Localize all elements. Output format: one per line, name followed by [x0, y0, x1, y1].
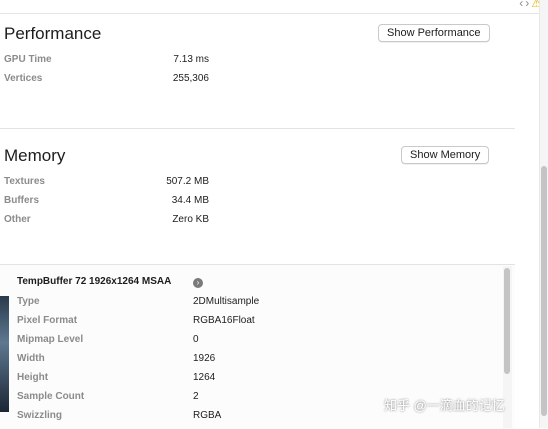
toolbar-divider — [0, 13, 548, 14]
textures-label: Textures — [4, 176, 45, 187]
type-label: Type — [17, 296, 40, 307]
performance-title: Performance — [4, 24, 102, 43]
watermark: 知乎 @一滴血的记忆 — [384, 398, 505, 413]
main-scrollbar-thumb[interactable] — [541, 166, 547, 416]
sample-count-label: Sample Count — [17, 391, 85, 402]
main-scrollbar[interactable] — [539, 0, 548, 428]
width-label: Width — [17, 353, 45, 364]
height-value: 1264 — [193, 372, 216, 383]
texture-thumbnail[interactable] — [0, 296, 9, 412]
gpu-time-value: 7.13 ms — [173, 54, 209, 65]
mipmap-level-value: 0 — [193, 334, 199, 345]
pixel-format-value: RGBA16Float — [193, 315, 255, 326]
show-performance-button[interactable]: Show Performance — [378, 24, 490, 42]
section-divider — [0, 128, 515, 129]
other-label: Other — [4, 214, 31, 225]
type-value: 2DMultisample — [193, 296, 260, 307]
vertices-value: 255,306 — [172, 73, 209, 84]
memory-title: Memory — [4, 146, 66, 165]
width-value: 1926 — [193, 353, 216, 364]
swizzling-value: RGBA — [193, 410, 222, 421]
pixel-format-label: Pixel Format — [17, 315, 78, 326]
mipmap-level-label: Mipmap Level — [17, 334, 84, 345]
height-label: Height — [17, 372, 49, 383]
buffers-value: 34.4 MB — [171, 195, 209, 206]
other-value: Zero KB — [172, 214, 209, 225]
resource-title: TempBuffer 72 1926x1264 MSAA — [17, 276, 172, 287]
show-memory-button[interactable]: Show Memory — [401, 146, 490, 164]
arrow-circle-right-icon[interactable]: › — [193, 278, 203, 288]
textures-value: 507.2 MB — [166, 176, 209, 187]
vertices-label: Vertices — [4, 73, 43, 84]
swizzling-label: Swizzling — [17, 410, 62, 421]
detail-scrollbar-thumb[interactable] — [504, 268, 510, 374]
gpu-time-label: GPU Time — [4, 54, 52, 65]
top-toolbar: ‹›⚠ — [0, 0, 548, 14]
sample-count-value: 2 — [193, 391, 199, 402]
buffers-label: Buffers — [4, 195, 40, 206]
